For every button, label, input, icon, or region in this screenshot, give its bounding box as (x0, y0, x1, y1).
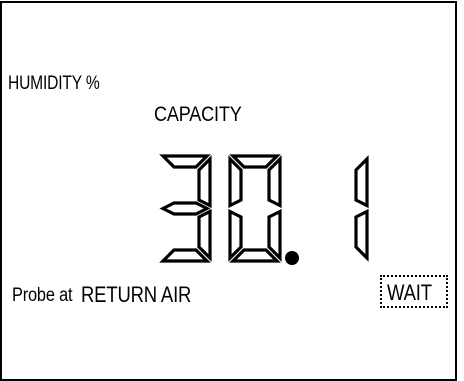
wait-status-badge: WAIT (380, 275, 448, 308)
probe-at-label: Probe at (12, 285, 73, 306)
lcd-segment-c (267, 208, 282, 262)
lcd-segment-b (267, 155, 282, 209)
lcd-segment-f (228, 155, 243, 209)
lcd-digit (159, 154, 212, 263)
lcd-digit (228, 154, 282, 263)
lcd-segment-d (159, 248, 211, 263)
lcd-segment-g (159, 201, 211, 216)
lcd-segment-d (229, 248, 281, 263)
lcd-segment-a (229, 154, 281, 169)
lcd-segment-b (197, 155, 212, 209)
lcd-segment-c (197, 208, 212, 262)
lcd-segment-a (159, 154, 211, 169)
probe-location-value: RETURN AIR (81, 282, 192, 307)
lcd-digit (354, 155, 369, 262)
lcd-segment-b (354, 155, 369, 209)
lcd-segment-c (354, 208, 369, 262)
wait-status-text: WAIT (387, 280, 432, 305)
lcd-decimal-point (285, 251, 299, 265)
lcd-segment-e (228, 208, 243, 262)
